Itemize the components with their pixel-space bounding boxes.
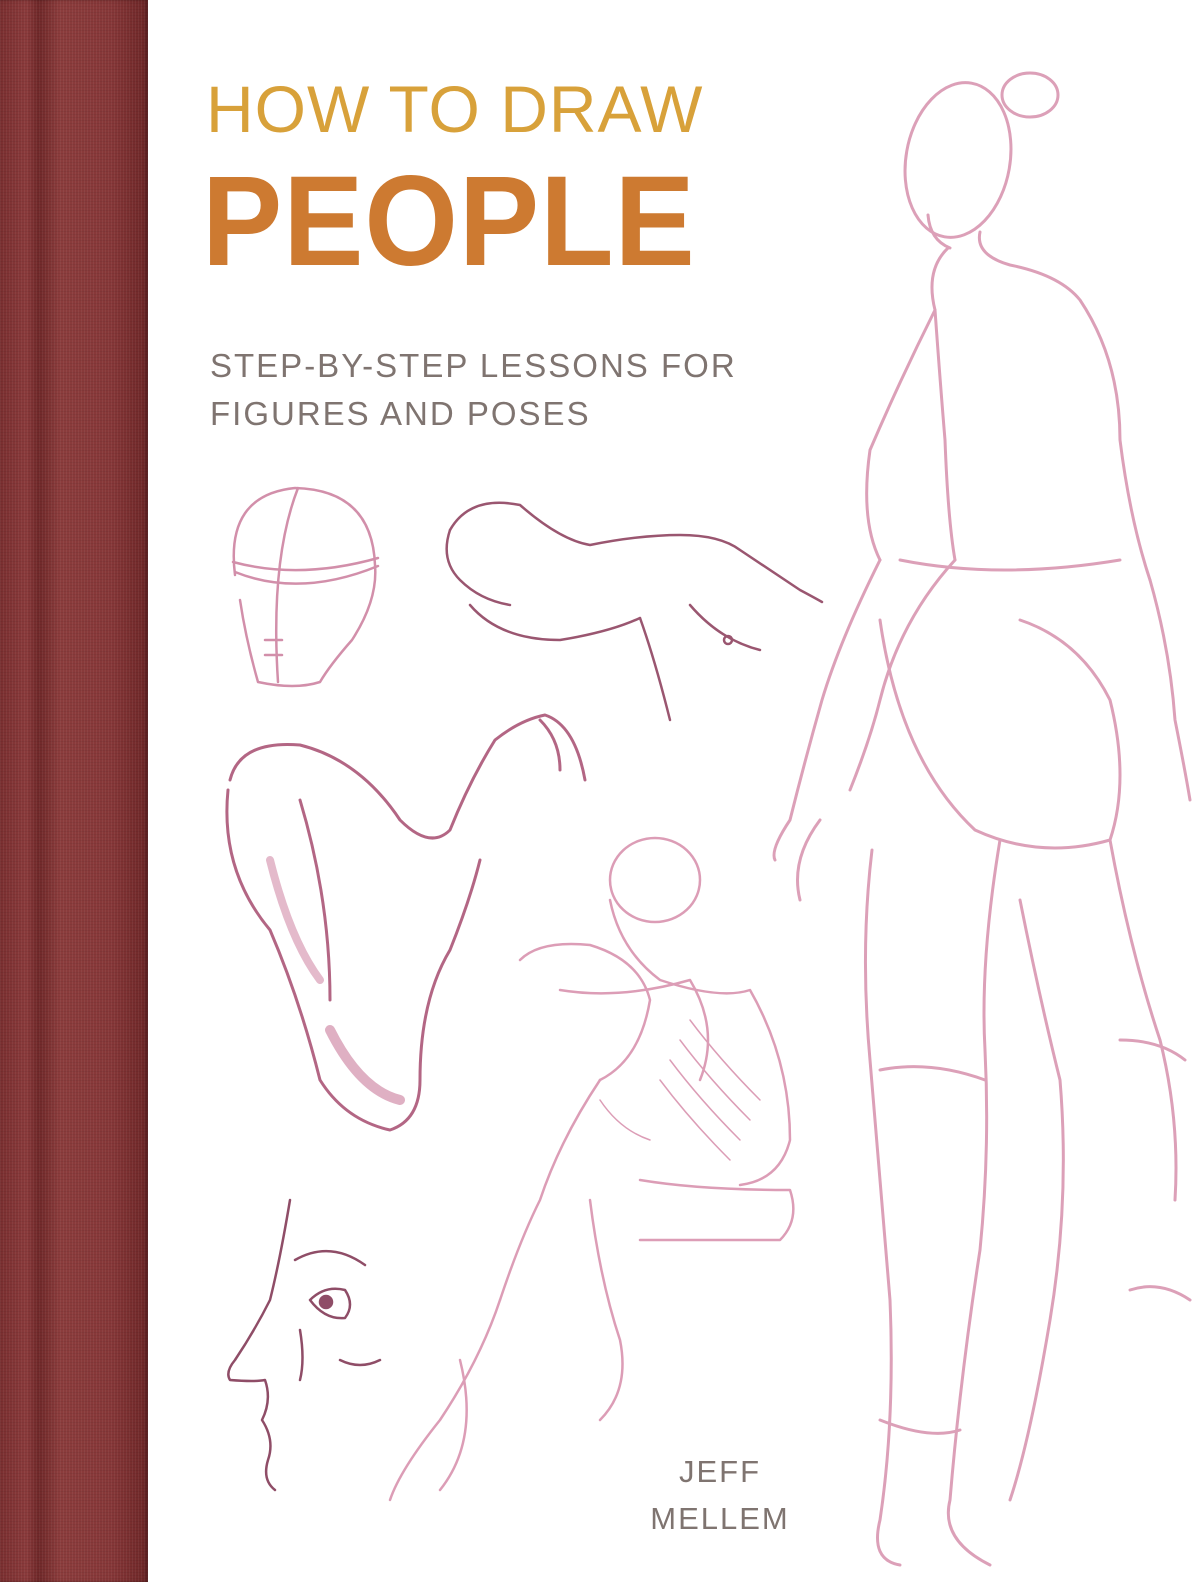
- author-last-name: MELLEM: [650, 1501, 790, 1536]
- book-title-line-1: HOW TO DRAW: [206, 72, 704, 146]
- subtitle-line-2: FIGURES AND POSES: [210, 395, 591, 432]
- author-first-name: JEFF: [678, 1454, 762, 1489]
- book-title-line-2: PEOPLE: [202, 150, 696, 293]
- standing-figure-sketch: [772, 71, 1192, 1567]
- flexed-arm-sketch: [225, 713, 587, 1132]
- face-profile-sketch: [227, 1198, 382, 1492]
- seated-figure-sketch: [388, 836, 795, 1502]
- book-subtitle: STEP-BY-STEP LESSONS FOR FIGURES AND POS…: [210, 342, 810, 438]
- author-name: JEFF MELLEM: [640, 1448, 800, 1542]
- arm-shoulder-sketch: [445, 501, 824, 722]
- book-cover: HOW TO DRAW PEOPLE STEP-BY-STEP LESSONS …: [0, 0, 1200, 1582]
- subtitle-line-1: STEP-BY-STEP LESSONS FOR: [210, 347, 737, 384]
- head-construction-sketch: [231, 486, 380, 688]
